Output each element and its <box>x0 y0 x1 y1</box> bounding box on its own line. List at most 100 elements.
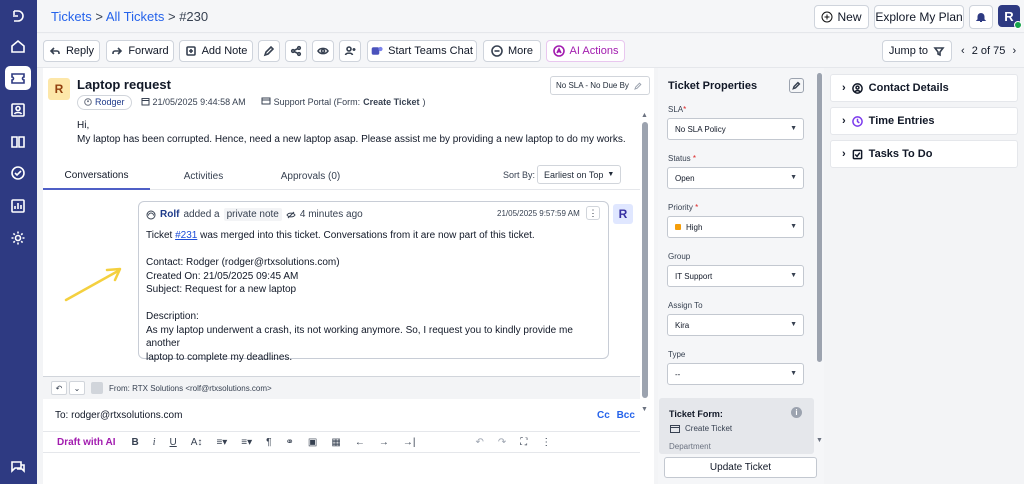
link-icon[interactable]: ⚭ <box>286 437 294 448</box>
user-avatar[interactable]: R <box>998 5 1022 29</box>
reply-icon <box>49 47 60 55</box>
sla-badge[interactable]: No SLA - No Due By <box>550 76 650 95</box>
watch-button[interactable] <box>312 40 334 62</box>
prev-page-icon[interactable]: ‹ <box>961 45 965 57</box>
logo-icon[interactable] <box>8 6 28 26</box>
edit-button[interactable] <box>258 40 280 62</box>
ordered-list-icon[interactable]: ≡▾ <box>216 437 227 448</box>
start-teams-chat-button[interactable]: Start Teams Chat <box>367 40 477 62</box>
underline-icon[interactable]: U <box>170 437 177 448</box>
font-size-icon[interactable]: A↕ <box>191 437 203 448</box>
note-author-initial: R <box>618 207 628 221</box>
status-value: Open <box>675 173 695 183</box>
breadcrumb-separator: > <box>167 9 176 24</box>
contact-details-section[interactable]: › Contact Details <box>830 74 1018 102</box>
tab-activities[interactable]: Activities <box>150 162 257 190</box>
online-status-icon <box>1014 21 1022 29</box>
tickets-icon[interactable] <box>5 66 31 90</box>
merged-ticket-link[interactable]: #231 <box>175 230 197 241</box>
more-button[interactable]: More <box>483 40 541 62</box>
user-plus-icon <box>344 46 356 56</box>
share-button[interactable] <box>285 40 307 62</box>
chat-icon[interactable] <box>8 457 28 477</box>
cc-bcc: Cc Bcc <box>597 410 635 421</box>
tab-conversations[interactable]: Conversations <box>43 162 150 190</box>
properties-scrollbar[interactable]: ▼ <box>816 68 823 448</box>
assign-value: Kira <box>675 320 690 330</box>
edit-properties-button[interactable] <box>789 78 804 93</box>
info-icon[interactable]: i <box>791 407 802 418</box>
image-icon[interactable]: ▣ <box>308 437 317 448</box>
ticket-detail-panel: R Laptop request Rodger 21/05/2025 9:44:… <box>43 68 654 484</box>
note-author[interactable]: Rolf <box>160 209 179 220</box>
sort-select[interactable]: Earliest on Top ▼ <box>537 165 621 184</box>
description-body: My laptop has been corrupted. Hence, nee… <box>77 134 626 145</box>
ai-actions-button[interactable]: AI Actions <box>546 40 625 62</box>
tasks-icon[interactable] <box>8 163 28 183</box>
contact-icon <box>851 82 863 94</box>
bcc-button[interactable]: Bcc <box>617 410 635 421</box>
reply-from[interactable]: From: RTX Solutions <rolf@rtxsolutions.c… <box>109 384 272 393</box>
bold-icon[interactable]: B <box>132 437 139 448</box>
time-entries-section[interactable]: › Time Entries <box>830 107 1018 135</box>
pencil-icon <box>792 81 801 90</box>
settings-icon[interactable] <box>8 228 28 248</box>
scroll-up-icon[interactable]: ▲ <box>641 112 648 119</box>
tasks-to-do-section[interactable]: › Tasks To Do <box>830 140 1018 168</box>
insert-icon[interactable]: →| <box>403 437 416 448</box>
paragraph-icon[interactable]: ¶ <box>266 437 271 448</box>
explore-plan-button[interactable]: Explore My Plan <box>874 5 964 29</box>
bullet-list-icon[interactable]: ≡▾ <box>241 437 252 448</box>
reports-icon[interactable] <box>8 196 28 216</box>
chevron-down-icon[interactable]: ⌄ <box>69 381 85 395</box>
note-menu-icon[interactable]: ⋮ <box>586 206 600 220</box>
more-options-icon[interactable]: ⋮ <box>541 437 551 448</box>
draft-with-ai-button[interactable]: Draft with AI <box>57 437 116 448</box>
form-icon <box>670 424 680 433</box>
status-select[interactable]: Open ▼ <box>667 167 804 189</box>
outdent-icon[interactable]: ← <box>355 437 365 448</box>
note-description-line1: As my laptop underwent a crash, its not … <box>146 324 573 350</box>
forward-button[interactable]: Forward <box>106 40 174 62</box>
home-icon[interactable] <box>8 36 28 56</box>
scroll-down-icon[interactable]: ▼ <box>816 437 823 444</box>
priority-value: High <box>686 222 703 232</box>
properties-scrollbar-thumb[interactable] <box>817 73 822 362</box>
requester-pill[interactable]: Rodger <box>77 94 132 110</box>
tab-approvals[interactable]: Approvals (0) <box>257 162 364 190</box>
reply-type-icon[interactable]: ↶ <box>51 381 67 395</box>
cc-button[interactable]: Cc <box>597 410 610 421</box>
indent-icon[interactable]: → <box>379 437 389 448</box>
eye-off-icon <box>286 211 296 218</box>
update-ticket-button[interactable]: Update Ticket <box>664 457 817 478</box>
breadcrumb-all-tickets[interactable]: All Tickets <box>106 9 165 24</box>
next-page-icon[interactable]: › <box>1012 45 1016 57</box>
requester-avatar: R <box>48 78 70 100</box>
scrollbar-thumb[interactable] <box>642 122 648 398</box>
breadcrumb-tickets[interactable]: Tickets <box>51 9 92 24</box>
main-scrollbar[interactable]: ▲ ▼ <box>641 112 648 422</box>
add-requester-button[interactable] <box>339 40 361 62</box>
notifications-button[interactable] <box>969 5 993 29</box>
created-date: 21/05/2025 9:44:58 AM <box>152 97 246 107</box>
assign-select[interactable]: Kira ▼ <box>667 314 804 336</box>
add-note-button[interactable]: Add Note <box>179 40 253 62</box>
knowledge-icon[interactable] <box>8 132 28 152</box>
contacts-icon[interactable] <box>8 100 28 120</box>
undo-icon[interactable]: ↶ <box>475 437 483 448</box>
table-icon[interactable]: ▦ <box>331 437 340 448</box>
reply-to-field[interactable]: To: rodger@rtxsolutions.com <box>55 410 182 421</box>
pager: ‹ 2 of 75 › <box>961 45 1016 57</box>
fullscreen-icon[interactable]: ⛶ <box>520 437 527 448</box>
scroll-down-icon[interactable]: ▼ <box>641 406 648 413</box>
sla-select[interactable]: No SLA Policy ▼ <box>667 118 804 140</box>
group-select[interactable]: IT Support ▼ <box>667 265 804 287</box>
requester-name: Rodger <box>95 97 125 107</box>
redo-icon[interactable]: ↷ <box>498 437 506 448</box>
new-button[interactable]: New <box>814 5 869 29</box>
jump-to-button[interactable]: Jump to <box>882 40 952 62</box>
reply-button[interactable]: Reply <box>43 40 100 62</box>
type-select[interactable]: -- ▼ <box>667 363 804 385</box>
priority-select[interactable]: High ▼ <box>667 216 804 238</box>
italic-icon[interactable]: i <box>153 437 156 448</box>
